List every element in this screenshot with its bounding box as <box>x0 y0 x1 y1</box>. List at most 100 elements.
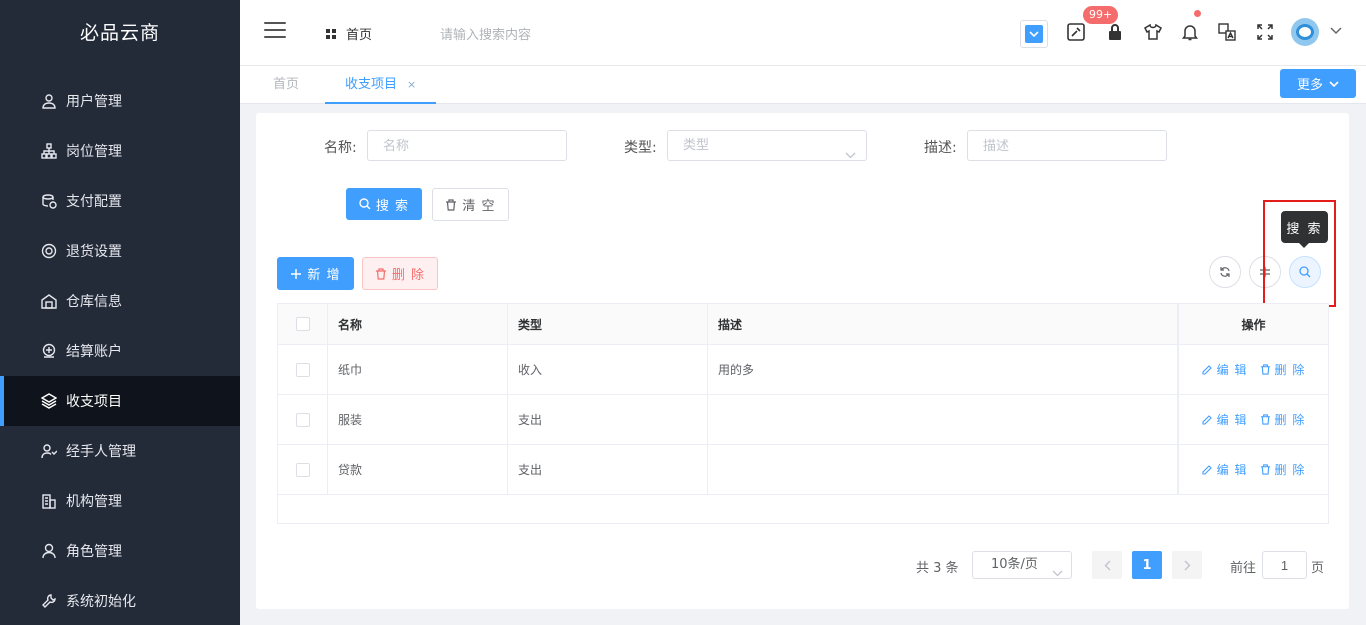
chevron-right-icon <box>1184 560 1190 570</box>
sidebar-item-label: 结算账户 <box>66 344 122 360</box>
chevron-down-icon <box>1329 80 1339 87</box>
batch-delete-button-label: 删 除 <box>391 268 426 283</box>
sidebar-item-label: 经手人管理 <box>66 444 136 460</box>
cell-ops: 编 辑 删 除 <box>1178 395 1328 444</box>
sidebar-item-label: 仓库信息 <box>66 294 122 310</box>
edit-button-label: 编 辑 <box>1216 413 1248 427</box>
sidebar-item-settlement[interactable]: 结算账户 <box>0 326 240 376</box>
page-number-current[interactable]: 1 <box>1132 551 1162 579</box>
tab-income-expense[interactable]: 收支项目 × <box>325 66 436 104</box>
type-select[interactable]: 类型 <box>667 130 867 161</box>
sidebar-item-label: 支付配置 <box>66 194 122 210</box>
wrench-icon <box>40 592 58 610</box>
delete-button-label: 删 除 <box>1274 413 1306 427</box>
add-button[interactable]: 新 增 <box>277 257 354 290</box>
header-search-input[interactable]: 请输入搜索内容 <box>440 24 531 43</box>
shirt-icon[interactable] <box>1143 22 1163 42</box>
chevron-down-icon <box>1052 561 1063 587</box>
name-input[interactable] <box>367 130 567 161</box>
grid-icon <box>326 28 336 39</box>
pagination-total: 共 3 条 <box>916 561 959 576</box>
row-checkbox[interactable] <box>295 412 310 427</box>
home-breadcrumb[interactable]: 首页 <box>326 24 372 43</box>
clear-button[interactable]: 清 空 <box>432 188 509 221</box>
sidebar-item-payment[interactable]: 支付配置 <box>0 176 240 226</box>
row-checkbox[interactable] <box>295 462 310 477</box>
data-table: 名称 类型 描述 操作 纸巾 收入 用的多 编 辑 删 除 服装 支出 编 辑 … <box>277 303 1329 524</box>
row-select-cell <box>278 345 328 394</box>
close-icon[interactable]: × <box>407 78 416 91</box>
role-icon <box>40 542 58 560</box>
row-select-cell <box>278 445 328 494</box>
org-tree-icon <box>40 142 58 160</box>
cell-name: 纸巾 <box>328 345 508 394</box>
trash-icon <box>1260 414 1270 425</box>
edit-icon <box>1202 415 1212 425</box>
prev-page-button[interactable] <box>1092 551 1122 579</box>
table-row: 贷款 支出 编 辑 删 除 <box>278 445 1328 495</box>
sidebar-item-warehouse[interactable]: 仓库信息 <box>0 276 240 326</box>
page-size-select[interactable]: 10条/页 <box>972 551 1072 579</box>
batch-delete-button[interactable]: 删 除 <box>362 257 438 290</box>
page-size-value: 10条/页 <box>991 557 1038 572</box>
desc-label: 描述: <box>924 140 957 156</box>
chevron-down-icon[interactable] <box>1330 24 1342 39</box>
delete-button[interactable]: 删 除 <box>1260 361 1306 378</box>
sidebar-item-handlers[interactable]: 经手人管理 <box>0 426 240 476</box>
chevron-down-icon <box>845 141 856 170</box>
edit-button[interactable]: 编 辑 <box>1202 461 1248 478</box>
delete-button[interactable]: 删 除 <box>1260 461 1306 478</box>
sidebar-item-income-expense[interactable]: 收支项目 <box>0 376 240 426</box>
delete-button[interactable]: 删 除 <box>1260 411 1306 428</box>
edit-button-label: 编 辑 <box>1216 463 1248 477</box>
row-checkbox[interactable] <box>295 362 310 377</box>
delete-button-label: 删 除 <box>1274 363 1306 377</box>
main-card: 名称: 类型: 类型 描述: 搜 索 清 空 新 增 删 除 搜 索 名称 类型 <box>256 113 1349 609</box>
plus-icon <box>291 268 302 279</box>
home-breadcrumb-label: 首页 <box>346 28 373 43</box>
fullscreen-icon[interactable] <box>1255 22 1275 42</box>
edit-button[interactable]: 编 辑 <box>1202 411 1248 428</box>
edit-button[interactable]: 编 辑 <box>1202 361 1248 378</box>
sidebar-item-label: 收支项目 <box>66 394 122 410</box>
tools-icon[interactable] <box>1066 22 1086 42</box>
trash-icon <box>375 267 386 280</box>
next-page-button[interactable] <box>1172 551 1202 579</box>
add-button-label: 新 增 <box>307 268 341 283</box>
sidebar-item-users[interactable]: 用户管理 <box>0 76 240 126</box>
header-desc: 描述 <box>708 304 1178 344</box>
desc-input[interactable] <box>967 130 1167 161</box>
size-select[interactable] <box>1020 20 1048 48</box>
cell-type: 收入 <box>508 345 708 394</box>
cell-name: 服装 <box>328 395 508 444</box>
sidebar-item-roles[interactable]: 角色管理 <box>0 526 240 576</box>
refresh-button[interactable] <box>1209 256 1241 288</box>
more-button[interactable]: 更多 <box>1280 69 1356 98</box>
sidebar-item-system-init[interactable]: 系统初始化 <box>0 576 240 625</box>
translate-icon[interactable] <box>1217 22 1237 42</box>
cell-desc <box>708 445 1178 494</box>
search-button[interactable]: 搜 索 <box>346 188 422 220</box>
avatar-image <box>1296 24 1314 40</box>
bell-icon[interactable] <box>1180 22 1200 42</box>
sidebar-item-positions[interactable]: 岗位管理 <box>0 126 240 176</box>
goto-page-input[interactable] <box>1262 551 1307 579</box>
sidebar-item-returns[interactable]: 退货设置 <box>0 226 240 276</box>
account-icon <box>40 342 58 360</box>
trash-icon <box>1260 364 1270 375</box>
handler-icon <box>40 442 58 460</box>
cell-ops: 编 辑 删 除 <box>1178 345 1328 394</box>
lock-icon[interactable] <box>1105 22 1125 42</box>
sidebar-item-label: 岗位管理 <box>66 144 122 160</box>
coins-icon <box>40 192 58 210</box>
menu-toggle-icon[interactable] <box>264 22 286 42</box>
type-select-placeholder: 类型 <box>683 138 710 153</box>
layers-icon <box>40 392 58 410</box>
select-all-checkbox[interactable] <box>295 317 310 331</box>
user-avatar[interactable] <box>1291 18 1319 46</box>
name-label: 名称: <box>324 140 357 156</box>
tab-home[interactable]: 首页 <box>273 66 299 104</box>
select-all-cell <box>278 304 328 344</box>
search-tooltip: 搜 索 <box>1281 211 1328 248</box>
sidebar-item-organizations[interactable]: 机构管理 <box>0 476 240 526</box>
